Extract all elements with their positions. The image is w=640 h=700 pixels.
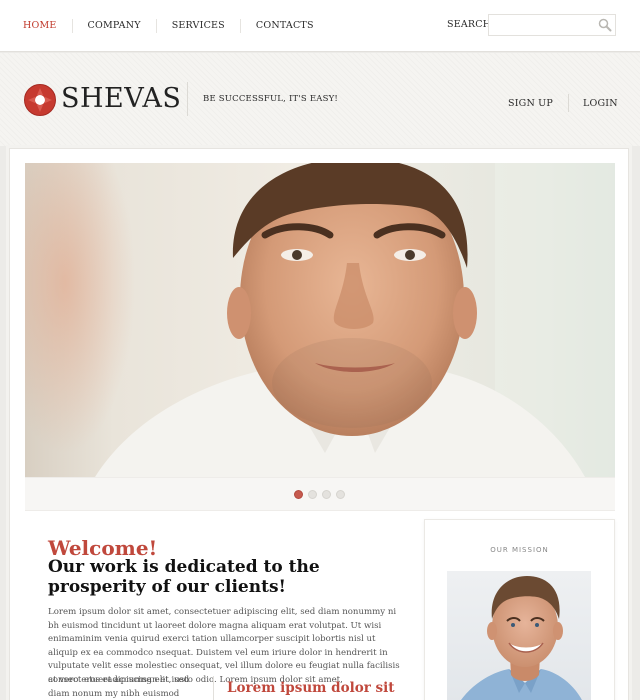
nav-item-services[interactable]: SERVICES (157, 19, 241, 33)
search-icon[interactable] (598, 18, 612, 32)
auth-links: SIGN UP LOGIN (508, 94, 618, 112)
tagline: BE SUCCESSFUL, IT'S EASY! (203, 94, 339, 104)
column-divider (213, 676, 214, 700)
tagline-divider (187, 82, 188, 116)
slider-dot[interactable] (308, 490, 317, 499)
logo-icon[interactable] (24, 84, 56, 116)
top-nav-bar: HOME COMPANY SERVICES CONTACTS SEARCH (0, 0, 640, 52)
sub-heading: Lorem ipsum dolor sit (227, 680, 395, 696)
signup-link[interactable]: SIGN UP (508, 98, 553, 109)
nav-item-home[interactable]: HOME (0, 19, 73, 33)
nav-item-contacts[interactable]: CONTACTS (241, 19, 329, 33)
nav-item-company[interactable]: COMPANY (73, 19, 157, 33)
search-label: SEARCH (447, 19, 492, 30)
lead-heading: Our work is dedicated to the prosperity … (48, 557, 320, 597)
main-nav: HOME COMPANY SERVICES CONTACTS (0, 0, 329, 52)
slider-dots (294, 490, 345, 499)
search-input[interactable] (488, 14, 616, 36)
auth-divider (567, 94, 569, 112)
slider-dot[interactable] (294, 490, 303, 499)
slider-dot[interactable] (336, 490, 345, 499)
mission-title: OUR MISSION (490, 546, 549, 554)
mission-photo (447, 571, 591, 700)
intro-paragraph-continued: consect etueradipiscing elit, sed diam n… (48, 675, 190, 699)
brand-name[interactable]: SHEVAS (61, 82, 181, 116)
hero-slide-image (25, 163, 615, 477)
slider-dot[interactable] (322, 490, 331, 499)
login-link[interactable]: LOGIN (583, 98, 618, 109)
